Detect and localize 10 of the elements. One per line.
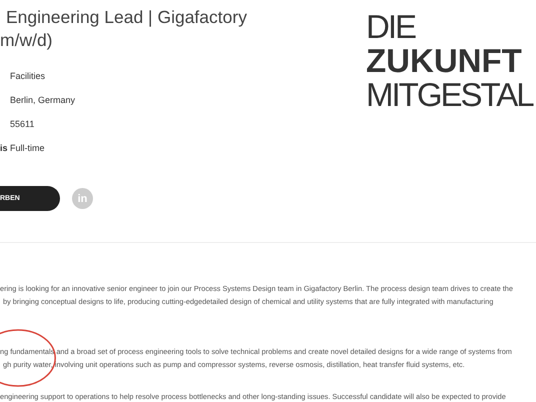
- detail-value: Full-time: [10, 143, 45, 153]
- detail-value: Facilities: [10, 71, 46, 81]
- logo-text: DIE: [366, 10, 416, 44]
- detail-label: is: [0, 143, 9, 153]
- detail-value: 55611: [10, 119, 34, 129]
- job-title: m/w/d): [0, 29, 54, 52]
- job-title: Engineering Lead | Gigafactory: [6, 6, 247, 29]
- detail-value: Berlin, Germany: [10, 95, 76, 105]
- logo-text: ZUKUNFT: [366, 44, 522, 78]
- logo-text: MITGESTAL: [366, 78, 533, 112]
